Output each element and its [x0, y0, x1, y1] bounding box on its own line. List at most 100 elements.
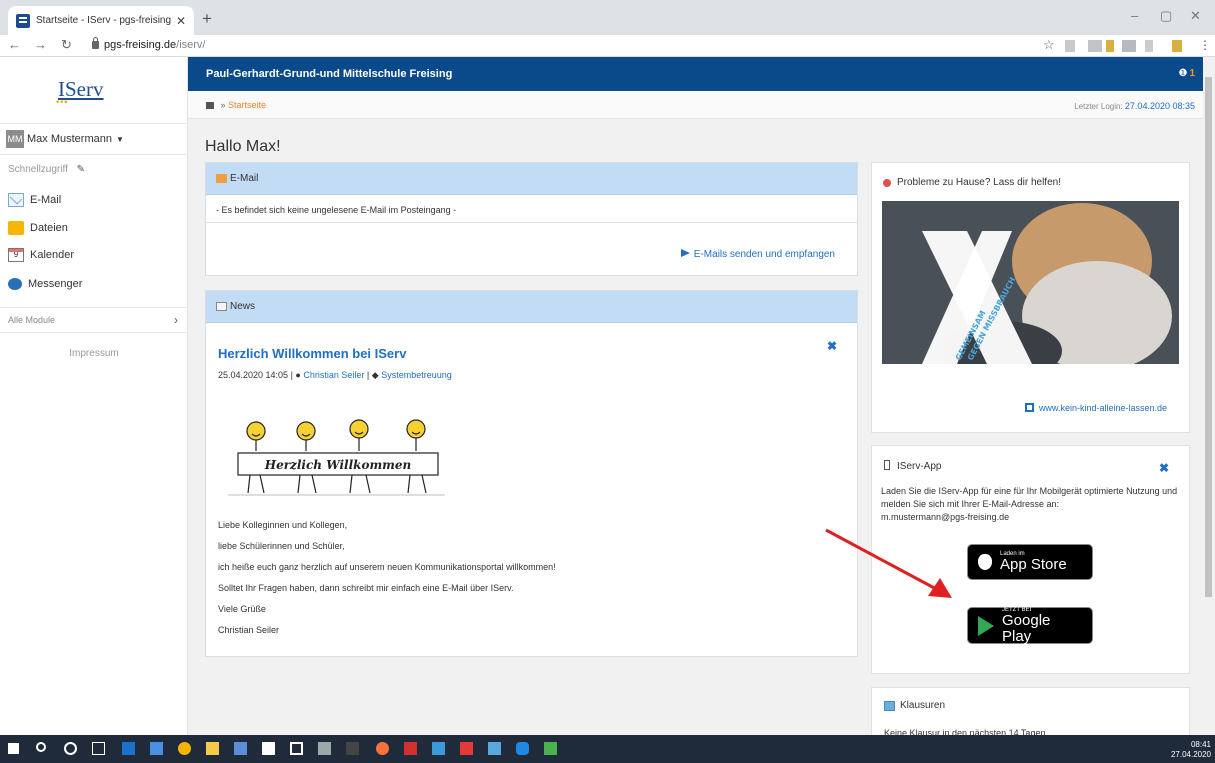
extension-icon[interactable] [1106, 40, 1114, 52]
breadcrumb-bar: » Startseite Letzter Login: 27.04.2020 0… [188, 91, 1203, 119]
user-menu[interactable]: MM Max Mustermann ▼ [0, 123, 188, 155]
extension-icon[interactable] [1088, 40, 1102, 52]
quick-access-label[interactable]: Schnellzugriff ✎ [8, 164, 85, 175]
app-store-badge[interactable]: Laden im App Store [967, 544, 1093, 580]
notifications-button[interactable]: ❶1 [1178, 68, 1195, 79]
last-login-date[interactable]: 27.04.2020 08:35 [1125, 101, 1195, 111]
window-close-icon[interactable]: ✕ [1190, 8, 1201, 24]
taskbar-clock[interactable]: 08:41 27.04.2020 [1171, 740, 1211, 760]
news-line: Liebe Kolleginnen und Kollegen, [218, 520, 348, 530]
search-icon[interactable] [36, 742, 46, 752]
news-line: ich heiße euch ganz herzlich auf unserem… [218, 562, 556, 572]
close-icon[interactable]: ✖ [1159, 461, 1169, 475]
app-icon[interactable] [432, 742, 445, 755]
user-icon: ● [295, 370, 301, 380]
extension-icon[interactable] [1145, 40, 1153, 52]
acrobat-icon[interactable] [460, 742, 473, 755]
firefox-icon[interactable] [376, 742, 389, 755]
explorer-icon[interactable] [206, 742, 219, 755]
news-line: Christian Seiler [218, 625, 280, 635]
last-login: Letzter Login: 27.04.2020 08:35 [1074, 101, 1195, 111]
external-link-icon [1024, 403, 1034, 412]
sidebar-item-calendar[interactable]: 9 Kalender [8, 248, 74, 262]
extension-icon[interactable] [1065, 40, 1075, 52]
new-tab-button[interactable]: + [202, 9, 212, 29]
help-website-link[interactable]: www.kein-kind-alleine-lassen.de [1024, 403, 1167, 413]
app-description: Laden Sie die IServ-App für eine für Ihr… [881, 486, 1178, 522]
onedrive-icon[interactable] [516, 742, 529, 755]
iserv-favicon-icon [16, 13, 30, 28]
task-view-icon[interactable] [92, 742, 105, 755]
edit-pencil-icon[interactable]: ✎ [77, 164, 85, 175]
news-post-title[interactable]: Herzlich Willkommen bei IServ [218, 346, 406, 361]
calendar-icon: 9 [8, 248, 24, 262]
sidebar-item-label: E-Mail [30, 194, 62, 206]
app-icon[interactable] [318, 742, 331, 755]
sidebar-item-email[interactable]: E-Mail [8, 193, 61, 207]
close-icon[interactable]: ✖ [827, 339, 837, 353]
extension-icon[interactable] [1122, 40, 1136, 52]
news-meta: 25.04.2020 14:05 | ● Christian Seiler | … [218, 370, 452, 380]
windows-taskbar: 08:41 27.04.2020 [0, 735, 1215, 763]
help-panel-title: Probleme zu Hause? Lass dir helfen! [883, 177, 1061, 188]
envelope-icon [216, 174, 227, 183]
bookmark-star-icon[interactable]: ☆ [1043, 37, 1055, 53]
welcome-banner-text: Herzlich Willkommen [264, 458, 411, 472]
email-send-receive-link[interactable]: E-Mails senden und empfangen [680, 249, 835, 260]
browser-tab[interactable]: Startseite - IServ - pgs-freising.de ✕ [8, 6, 194, 35]
app-icon[interactable] [488, 742, 501, 755]
author-link[interactable]: Christian Seiler [303, 370, 364, 380]
lifebuoy-icon [883, 178, 891, 187]
back-icon[interactable]: ← [8, 37, 21, 52]
campaign-image[interactable]: GEMEINSAM GEGEN MISSBRAUCH [882, 201, 1179, 364]
avatar: MM [6, 130, 24, 148]
category-link[interactable]: Systembetreuung [381, 370, 452, 380]
red-arrow-annotation [825, 528, 952, 598]
app-icon[interactable] [346, 742, 359, 755]
browser-menu-icon[interactable]: ⋮ [1199, 38, 1211, 52]
forward-icon[interactable]: → [34, 37, 47, 52]
user-email: m.mustermann@pgs-freising.de [881, 512, 1010, 522]
calendar-icon [884, 700, 895, 711]
chevron-down-icon: ▼ [115, 134, 124, 144]
notepad-icon[interactable] [262, 742, 275, 755]
all-modules-toggle[interactable]: Alle Module › [0, 307, 188, 333]
school-name: Paul-Gerhardt-Grund-und Mittelschule Fre… [206, 68, 453, 80]
scrollbar-thumb[interactable] [1205, 77, 1212, 597]
chrome-icon[interactable] [178, 742, 191, 755]
app-icon[interactable] [234, 742, 247, 755]
email-panel: E-Mail - Es befindet sich keine ungelese… [205, 162, 858, 276]
tab-close-icon[interactable]: ✕ [176, 14, 186, 28]
windows-start-icon[interactable] [8, 743, 19, 754]
page-scrollbar[interactable] [1203, 57, 1215, 735]
sidebar-item-files[interactable]: Dateien [8, 221, 68, 235]
app-icon[interactable] [544, 742, 557, 755]
main-content: Hallo Max! E-Mail - Es befindet sich kei… [188, 119, 1203, 747]
notification-count: 1 [1189, 68, 1195, 79]
sidebar-item-label: Kalender [30, 249, 75, 261]
outlook-icon[interactable] [122, 742, 135, 755]
app-icon[interactable] [404, 742, 417, 755]
breadcrumb-current[interactable]: Startseite [228, 100, 266, 110]
sidebar: IServ ••• MM Max Mustermann ▼ Schnellzug… [0, 57, 188, 735]
url-field[interactable]: pgs-freising.de/iserv/ [92, 37, 206, 51]
news-panel: News ✖ Herzlich Willkommen bei IServ 25.… [205, 290, 858, 657]
profile-icon[interactable] [1172, 40, 1182, 52]
cortana-icon[interactable] [64, 742, 77, 755]
maximize-icon[interactable]: ▢ [1160, 8, 1172, 24]
capture-icon[interactable] [290, 742, 303, 755]
google-play-badge[interactable]: JETZT BEI Google Play [967, 607, 1093, 644]
sidebar-item-messenger[interactable]: Messenger [8, 278, 82, 290]
user-name: Max Mustermann [27, 133, 112, 145]
apple-icon [978, 554, 992, 570]
todo-icon[interactable] [150, 742, 163, 755]
impressum-link[interactable]: Impressum [0, 348, 188, 359]
logo-dots-icon: ••• [56, 97, 69, 107]
news-icon [216, 302, 227, 311]
home-icon[interactable] [206, 102, 214, 109]
welcome-illustration: Herzlich Willkommen [228, 419, 445, 496]
minimize-icon[interactable]: – [1131, 8, 1138, 23]
reload-icon[interactable]: ↻ [61, 37, 72, 53]
chevron-right-icon: › [174, 313, 178, 327]
sidebar-item-label: Dateien [30, 222, 68, 234]
